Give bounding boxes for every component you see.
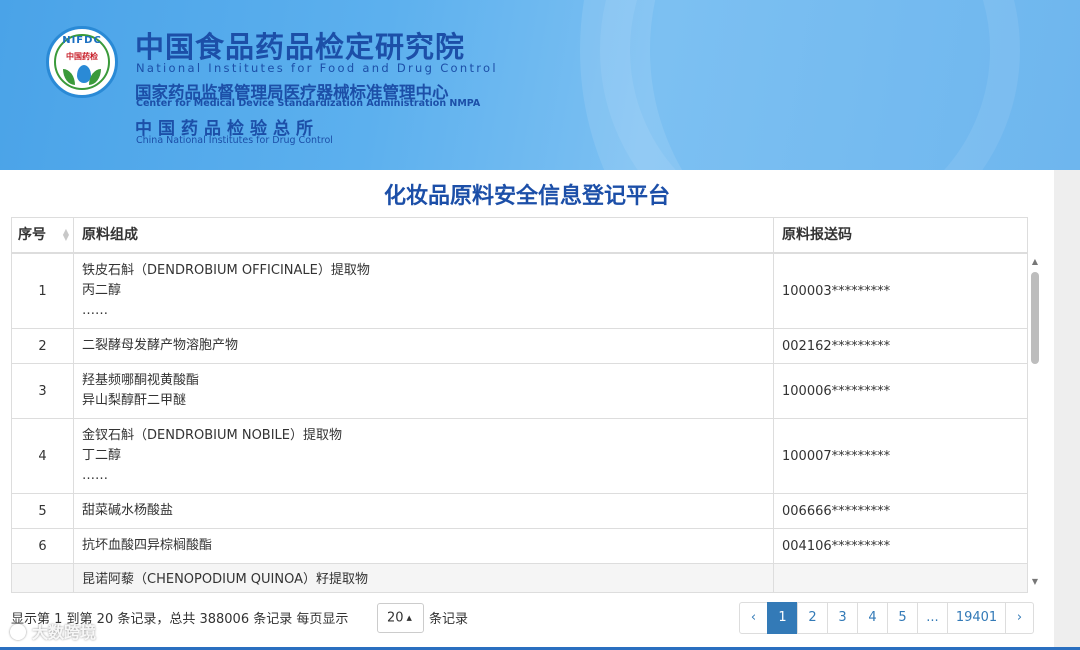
table-header: 序号 ▲ ▼ 原料组成 原料报送码 — [12, 218, 1027, 254]
page-button[interactable]: 3 — [827, 602, 858, 634]
row-seq: 5 — [12, 494, 74, 528]
row-code: 002162********* — [782, 338, 891, 354]
next-page-button[interactable]: › — [1005, 602, 1034, 634]
table-row[interactable]: 3 羟基频哪酮视黄酸酯 异山梨醇酐二甲醚 100006********* — [12, 364, 1027, 419]
table-row[interactable]: 2 二裂酵母发酵产物溶胞产物 002162********* — [12, 329, 1027, 364]
prev-page-button[interactable]: ‹ — [739, 602, 768, 634]
records-info-suffix: 条记录 — [429, 612, 469, 627]
watermark-logo-icon — [10, 624, 26, 640]
page-button[interactable]: 5 — [887, 602, 918, 634]
row-code: 100003********* — [782, 283, 891, 299]
row-seq: 3 — [12, 364, 74, 418]
column-header-seq[interactable]: 序号 ▲ ▼ — [12, 218, 74, 252]
row-composition: 金钗石斛（DENDROBIUM NOBILE）提取物 丁二醇 …… — [74, 419, 774, 493]
page-button[interactable]: 1 — [767, 602, 798, 634]
column-header-code: 原料报送码 — [782, 227, 852, 243]
row-seq: 2 — [12, 329, 74, 363]
scrollbar-thumb[interactable] — [1031, 272, 1039, 364]
table-row[interactable]: 1 铁皮石斛（DENDROBIUM OFFICINALE）提取物 丙二醇 …… … — [12, 254, 1027, 329]
banner-decoration — [600, 0, 1020, 170]
page-ellipsis: ... — [917, 602, 948, 634]
scroll-up-arrow-icon[interactable]: ▲ — [1029, 256, 1041, 268]
page-size-select[interactable]: 20 ▲ — [377, 603, 424, 633]
row-code: 004106********* — [782, 538, 891, 554]
row-composition: 羟基频哪酮视黄酸酯 异山梨醇酐二甲醚 — [74, 364, 774, 418]
row-composition: 二裂酵母发酵产物溶胞产物 — [74, 329, 774, 363]
table-row[interactable]: 昆诺阿藜（CHENOPODIUM QUINOA）籽提取物 — [12, 564, 1027, 592]
column-header-composition: 原料组成 — [74, 218, 774, 252]
watermark: 大数跨境 — [10, 619, 96, 643]
table-row[interactable]: 4 金钗石斛（DENDROBIUM NOBILE）提取物 丁二醇 …… 1000… — [12, 419, 1027, 494]
row-code — [774, 564, 1027, 592]
row-seq: 6 — [12, 529, 74, 563]
page-side-margin — [1054, 170, 1080, 650]
row-code: 100006********* — [782, 383, 891, 399]
logo-text: NIFDC — [62, 35, 102, 46]
institute-title-en: National Institutes for Food and Drug Co… — [136, 61, 498, 75]
institute-title: 中国食品药品检定研究院 — [135, 30, 466, 64]
caret-up-icon: ▲ — [406, 614, 412, 622]
row-composition: 昆诺阿藜（CHENOPODIUM QUINOA）籽提取物 — [74, 564, 774, 592]
row-seq: 4 — [12, 419, 74, 493]
center-title-en: Center for Medical Device Standardizatio… — [136, 98, 481, 109]
last-page-button[interactable]: 19401 — [947, 602, 1006, 634]
sort-icon[interactable]: ▲ ▼ — [63, 228, 69, 242]
table-row[interactable]: 5 甜菜碱水杨酸盐 006666********* — [12, 494, 1027, 529]
row-seq: 1 — [12, 254, 74, 328]
row-composition: 甜菜碱水杨酸盐 — [74, 494, 774, 528]
page-button[interactable]: 4 — [857, 602, 888, 634]
data-table: 序号 ▲ ▼ 原料组成 原料报送码 1 铁皮石斛（DENDROBIUM OFFIC… — [11, 217, 1028, 593]
table-row[interactable]: 6 抗坏血酸四异棕榈酸酯 004106********* — [12, 529, 1027, 564]
row-code: 100007********* — [782, 448, 891, 464]
nifdc-logo: NIFDC 中国药检 — [46, 26, 118, 98]
drug-control-title-en: China National Institutes for Drug Contr… — [136, 135, 333, 146]
logo-subtext: 中国药检 — [66, 52, 98, 61]
scroll-down-arrow-icon[interactable]: ▼ — [1029, 576, 1041, 588]
page-button[interactable]: 2 — [797, 602, 828, 634]
row-code: 006666********* — [782, 503, 891, 519]
pagination: ‹ 1 2 3 4 5 ... 19401 › — [739, 602, 1034, 634]
page-title: 化妆品原料安全信息登记平台 — [383, 184, 670, 209]
row-composition: 铁皮石斛（DENDROBIUM OFFICINALE）提取物 丙二醇 …… — [74, 254, 774, 328]
row-composition: 抗坏血酸四异棕榈酸酯 — [74, 529, 774, 563]
header-banner: NIFDC 中国药检 中国食品药品检定研究院 National Institut… — [0, 0, 1080, 170]
row-seq — [12, 564, 74, 592]
